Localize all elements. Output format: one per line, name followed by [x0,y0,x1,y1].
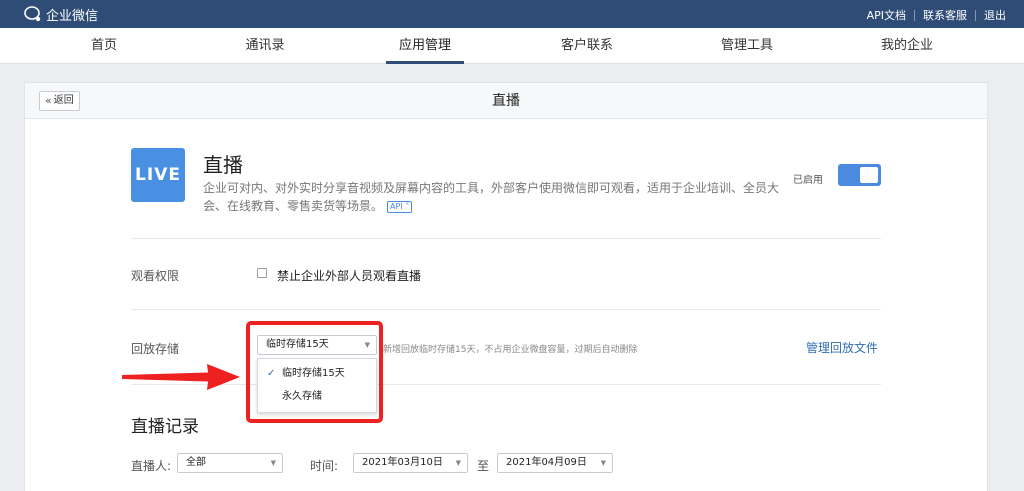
forbid-external-label: 禁止企业外部人员观看直播 [277,269,422,283]
divider [914,9,915,21]
wecom-logo-icon [24,6,42,22]
api-badge-label: API [390,201,403,211]
end-date-value: 2021年04月09日 [506,457,587,468]
tab-customer-contact[interactable]: 客户联系 [548,28,626,64]
end-date-select[interactable]: 2021年04月09日 ▼ [497,453,613,473]
top-bar: 企业微信 API文档 联系客服 退出 [0,0,1024,28]
back-label: 返回 [53,95,74,106]
red-arrow-icon [122,364,240,390]
live-app-icon: LIVE [131,148,185,202]
tab-home[interactable]: 首页 [72,28,136,64]
page-title: 直播 [492,93,520,109]
caret-down-icon: ▼ [455,459,461,467]
host-select[interactable]: 全部 ▼ [177,453,283,473]
api-badge[interactable]: API ˅ [387,200,413,213]
host-filter-label: 直播人: [131,459,172,473]
double-chevron-left-icon: « [45,94,52,107]
tab-management-tools[interactable]: 管理工具 [708,28,786,64]
manage-replay-files-link[interactable]: 管理回放文件 [806,339,878,356]
tab-contacts[interactable]: 通讯录 [233,28,297,64]
panel-header: 直播 « 返回 [25,83,987,119]
logout-link[interactable]: 退出 [984,7,1006,23]
forbid-external-checkbox[interactable] [257,268,267,278]
back-button[interactable]: « 返回 [39,91,80,111]
time-filter-label: 时间: [310,459,339,473]
permission-label: 观看权限 [131,269,180,283]
main-nav: 首页 通讯录 应用管理 客户联系 管理工具 我的企业 [0,28,1024,64]
brand-logo[interactable]: 企业微信 [24,5,99,24]
contact-support-link[interactable]: 联系客服 [923,7,967,23]
storage-hint: 新增回放临时存储15天，不占用企业微盘容量，过期后自动删除 [383,345,638,355]
live-records-title: 直播记录 [131,417,199,437]
tab-my-enterprise[interactable]: 我的企业 [868,28,946,64]
tab-app-management[interactable]: 应用管理 [386,28,464,64]
top-links: API文档 联系客服 退出 [867,7,1006,23]
toggle-knob [860,167,878,183]
app-detail-panel: 直播 « 返回 LIVE 直播 企业可对内、对外实时分享音视频及屏幕内容的工具，… [24,82,988,491]
divider [131,384,881,385]
start-date-value: 2021年03月10日 [362,457,443,468]
app-description: 企业可对内、对外实时分享音视频及屏幕内容的工具，外部客户使用微信即可观看，适用于… [203,179,793,215]
divider [975,9,976,21]
divider [131,238,881,239]
app-name: 直播 [203,153,243,177]
host-select-value: 全部 [186,457,206,468]
api-docs-link[interactable]: API文档 [867,7,906,23]
status-label: 已启用 [793,175,823,186]
highlight-box [246,321,383,423]
brand-name: 企业微信 [46,8,99,24]
caret-down-icon: ▼ [600,459,606,467]
start-date-select[interactable]: 2021年03月10日 ▼ [353,453,468,473]
divider [131,309,881,310]
storage-label: 回放存储 [131,342,180,356]
enable-toggle[interactable] [838,164,881,186]
caret-down-icon: ▼ [270,459,276,467]
app-description-text: 企业可对内、对外实时分享音视频及屏幕内容的工具，外部客户使用微信即可观看，适用于… [203,181,780,213]
to-label: 至 [477,459,490,473]
